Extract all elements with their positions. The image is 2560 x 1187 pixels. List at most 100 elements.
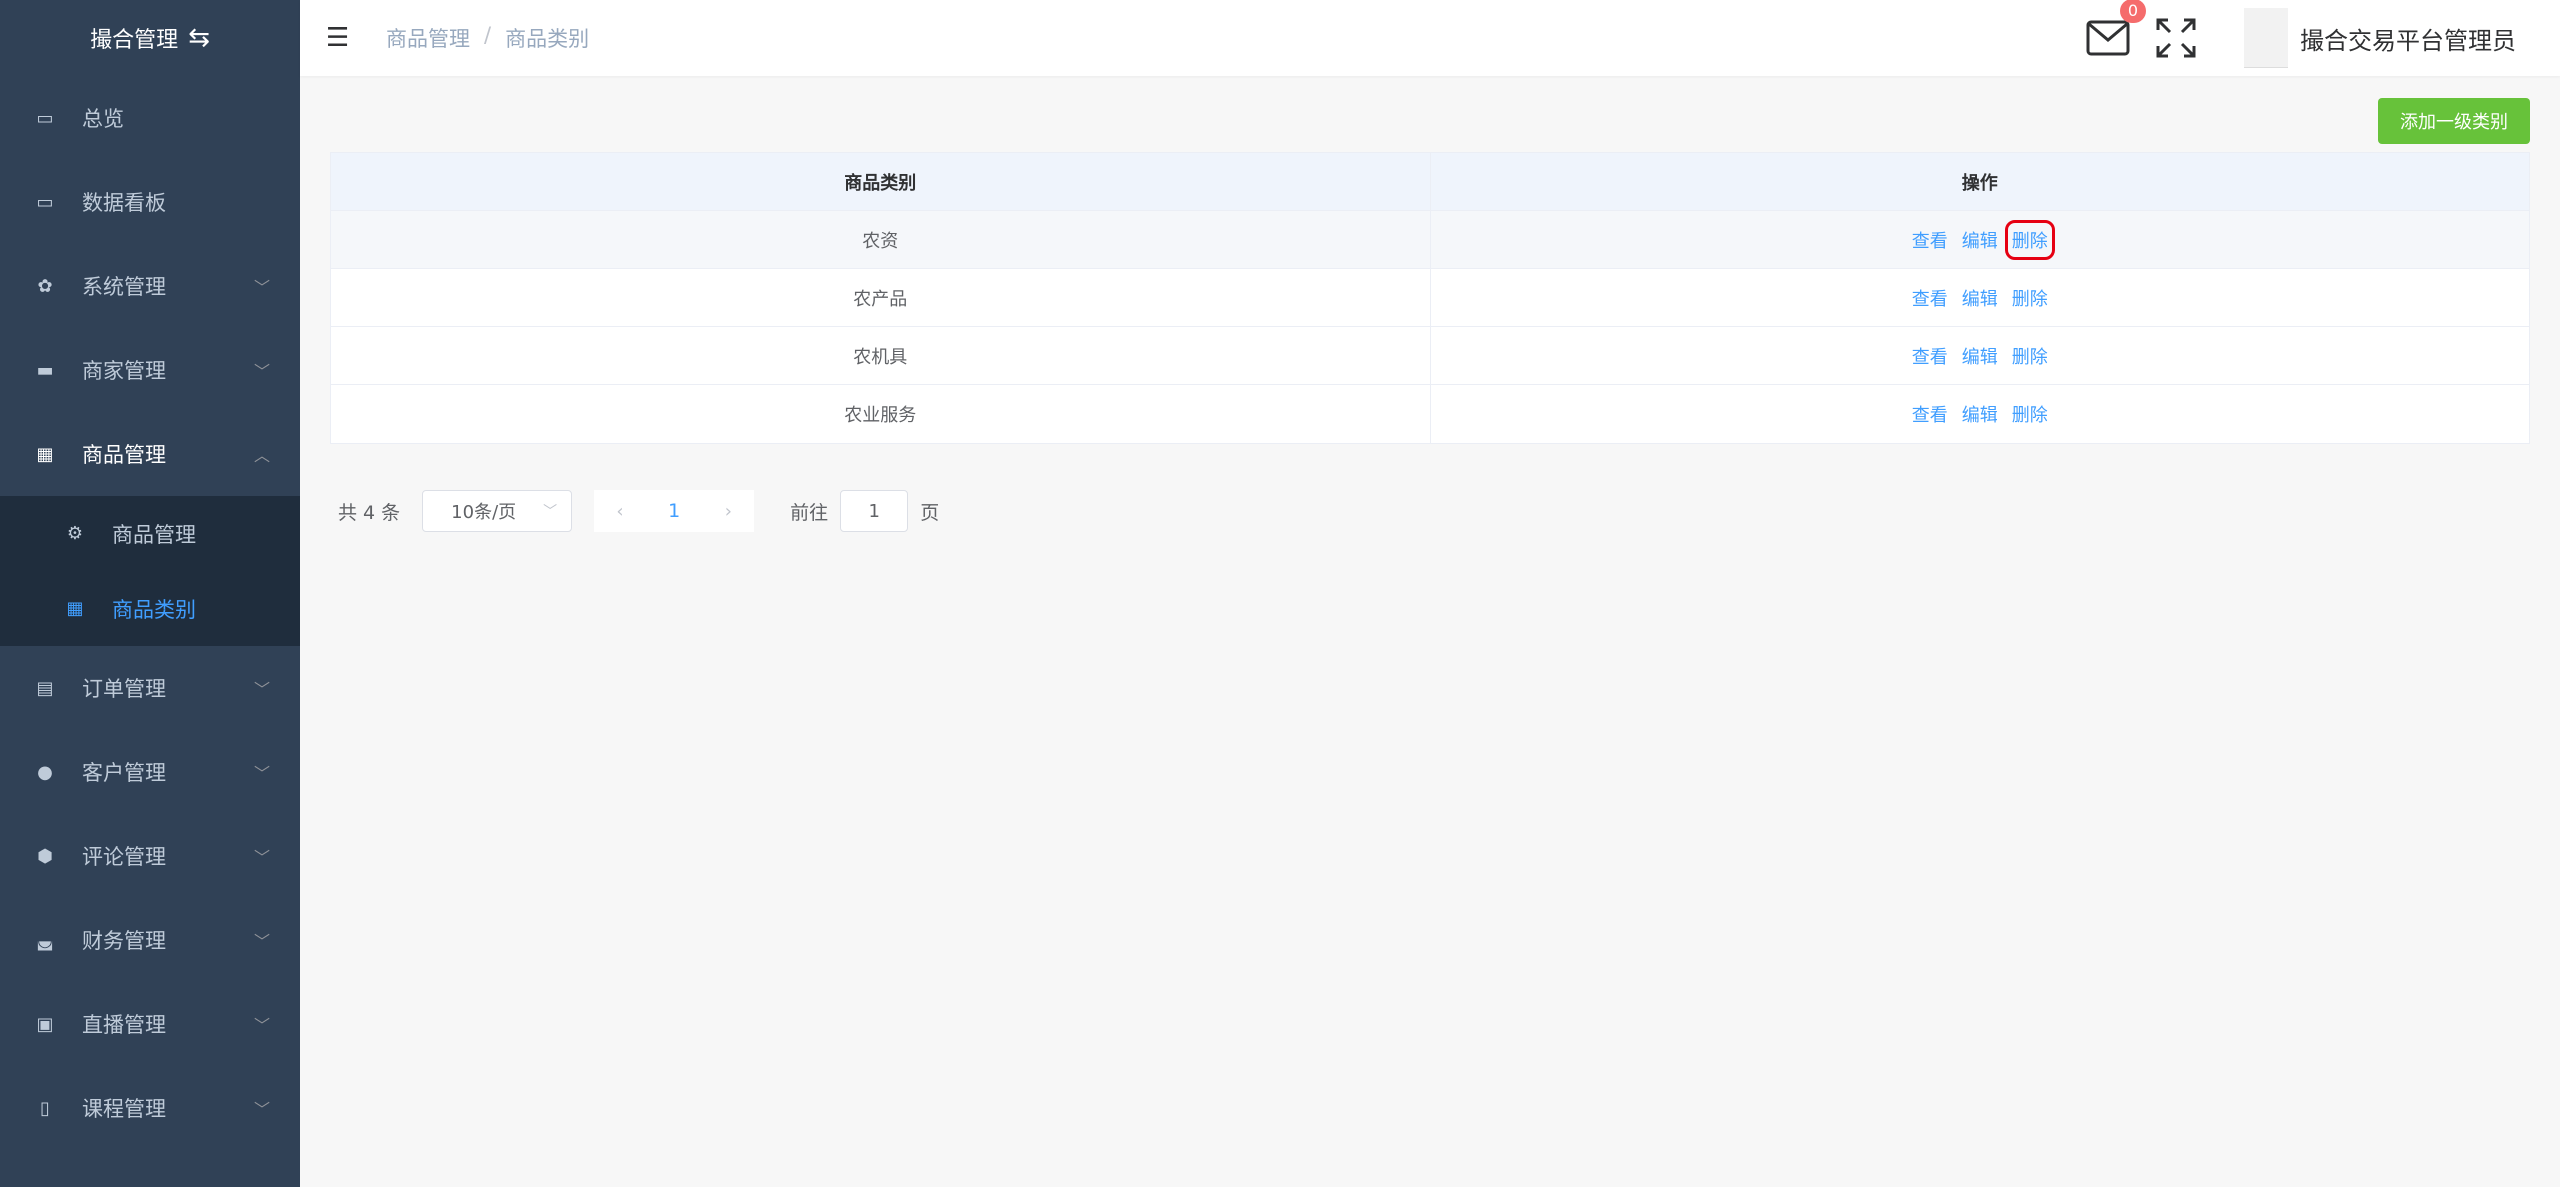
edit-link[interactable]: 编辑 bbox=[1962, 401, 1998, 427]
sidebar-item-label: 总览 bbox=[82, 107, 124, 131]
view-link[interactable]: 查看 bbox=[1912, 401, 1948, 427]
main-content: 添加一级类别 商品类别 操作 农资 查看 编辑 删除 农产品 查看 编辑 删除 … bbox=[300, 76, 2560, 1187]
delete-link[interactable]: 删除 bbox=[2012, 285, 2048, 311]
actions-cell: 查看 编辑 删除 bbox=[1431, 269, 2530, 326]
next-page-icon[interactable]: › bbox=[725, 501, 732, 522]
username[interactable]: 撮合交易平台管理员 bbox=[2300, 21, 2516, 56]
comment-icon: ⬢ bbox=[37, 845, 53, 867]
fullscreen-icon[interactable] bbox=[2154, 16, 2198, 60]
monitor-icon: ▭ bbox=[36, 107, 54, 129]
document-icon: ▤ bbox=[36, 677, 54, 699]
pager: ‹ 1 › bbox=[594, 490, 755, 532]
chevron-down-icon: ﹀ bbox=[253, 848, 270, 867]
sidebar-item-label: 客户管理 bbox=[82, 761, 166, 785]
table-row: 农机具 查看 编辑 删除 bbox=[331, 327, 2529, 385]
app-root: 撮合管理 ⇆ ▭ 总览 ▭ 数据看板 ✿ 系统管理 ﹀ ▬ 商家管理 ﹀ ▦ 商… bbox=[0, 0, 2560, 1187]
gift-icon: ▦ bbox=[36, 443, 54, 465]
sidebar-item-orders[interactable]: ▤ 订单管理 ﹀ bbox=[0, 646, 300, 730]
chevron-down-icon: ﹀ bbox=[253, 680, 270, 699]
chevron-down-icon: ﹀ bbox=[253, 764, 270, 783]
sidebar-item-live[interactable]: ▣ 直播管理 ﹀ bbox=[0, 982, 300, 1066]
sidebar-item-label: 评论管理 bbox=[82, 845, 166, 869]
category-cell: 农机具 bbox=[331, 327, 1431, 384]
breadcrumb-separator: / bbox=[484, 23, 492, 47]
goto-label: 前往 bbox=[790, 501, 829, 524]
table-header-row: 商品类别 操作 bbox=[331, 153, 2529, 211]
book-icon: ▯ bbox=[40, 1097, 50, 1119]
goto-page-input[interactable] bbox=[840, 490, 909, 532]
sidebar-item-merchant[interactable]: ▬ 商家管理 ﹀ bbox=[0, 328, 300, 412]
view-link[interactable]: 查看 bbox=[1912, 343, 1948, 369]
actions-cell: 查看 编辑 删除 bbox=[1431, 211, 2530, 268]
settings-icon: ⚙ bbox=[66, 523, 84, 544]
sidebar-item-system[interactable]: ✿ 系统管理 ﹀ bbox=[0, 244, 300, 328]
top-header: ☰ 商品管理 / 商品类别 0 撮合交易平台管理员 bbox=[300, 0, 2560, 76]
delete-link[interactable]: 删除 bbox=[2004, 219, 2055, 260]
mail-button[interactable]: 0 bbox=[2086, 0, 2146, 57]
user-icon: ● bbox=[37, 761, 53, 783]
sidebar-item-comments[interactable]: ⬢ 评论管理 ﹀ bbox=[0, 814, 300, 898]
category-cell: 农资 bbox=[331, 211, 1431, 268]
sidebar-item-customers[interactable]: ● 客户管理 ﹀ bbox=[0, 730, 300, 814]
pagination: 共 4 条 10条/页 ﹀ ‹ 1 › 前往 页 bbox=[330, 490, 939, 532]
sidebar-brand: 撮合管理 ⇆ bbox=[0, 0, 300, 76]
notification-badge: 0 bbox=[2119, 0, 2146, 23]
page-number-current[interactable]: 1 bbox=[668, 500, 680, 522]
chevron-down-icon: ﹀ bbox=[253, 362, 270, 381]
sidebar-item-products[interactable]: ▦ 商品管理 ︿ bbox=[0, 412, 300, 496]
breadcrumb-item-current: 商品类别 bbox=[505, 27, 590, 51]
store-icon: ▬ bbox=[36, 359, 54, 381]
avatar[interactable] bbox=[2244, 8, 2288, 68]
view-link[interactable]: 查看 bbox=[1912, 285, 1948, 311]
table-row: 农业服务 查看 编辑 删除 bbox=[331, 385, 2529, 443]
sidebar-item-finance[interactable]: ◛ 财务管理 ﹀ bbox=[0, 898, 300, 982]
actions-cell: 查看 编辑 删除 bbox=[1431, 327, 2530, 384]
sidebar-item-label: 直播管理 bbox=[82, 1013, 166, 1037]
edit-link[interactable]: 编辑 bbox=[1962, 227, 1998, 253]
sidebar-item-label: 商家管理 bbox=[82, 359, 166, 383]
sidebar-subitem-product-category[interactable]: ▦ 商品类别 bbox=[0, 571, 300, 646]
sidebar-item-label: 数据看板 bbox=[82, 191, 166, 215]
mail-icon bbox=[2086, 20, 2130, 56]
grid-icon: ▦ bbox=[66, 598, 84, 619]
view-link[interactable]: 查看 bbox=[1912, 227, 1948, 253]
sidebar-item-overview[interactable]: ▭ 总览 bbox=[0, 76, 300, 160]
delete-link[interactable]: 删除 bbox=[2012, 401, 2048, 427]
sidebar-item-label: 财务管理 bbox=[82, 929, 166, 953]
sidebar-item-dashboard[interactable]: ▭ 数据看板 bbox=[0, 160, 300, 244]
edit-link[interactable]: 编辑 bbox=[1962, 343, 1998, 369]
sidebar-item-label: 课程管理 bbox=[82, 1097, 166, 1121]
chevron-down-icon: ﹀ bbox=[543, 504, 558, 520]
hamburger-icon[interactable]: ☰ bbox=[326, 23, 356, 53]
sidebar-subitem-label: 商品管理 bbox=[112, 522, 196, 547]
chevron-down-icon: ﹀ bbox=[253, 932, 270, 951]
sidebar-item-courses[interactable]: ▯ 课程管理 ﹀ bbox=[0, 1066, 300, 1150]
delete-link[interactable]: 删除 bbox=[2012, 343, 2048, 369]
breadcrumb-item[interactable]: 商品管理 bbox=[386, 23, 470, 53]
column-header-actions: 操作 bbox=[1961, 172, 1998, 194]
live-icon: ▣ bbox=[36, 1013, 54, 1035]
column-header-category: 商品类别 bbox=[331, 153, 1431, 210]
add-category-button[interactable]: 添加一级类别 bbox=[2378, 98, 2530, 144]
table-row: 农资 查看 编辑 删除 bbox=[331, 211, 2529, 269]
page-size-value: 10条/页 bbox=[451, 502, 517, 523]
brand-title: 撮合管理 bbox=[90, 28, 179, 53]
swap-icon[interactable]: ⇆ bbox=[188, 23, 210, 53]
sidebar-subitem-label: 商品类别 bbox=[112, 597, 196, 622]
table-row: 农产品 查看 编辑 删除 bbox=[331, 269, 2529, 327]
sidebar-subitem-product-manage[interactable]: ⚙ 商品管理 bbox=[0, 496, 300, 571]
category-cell: 农产品 bbox=[331, 269, 1431, 326]
sidebar-item-label: 商品管理 bbox=[82, 443, 166, 467]
breadcrumb: 商品管理 / 商品类别 bbox=[386, 23, 589, 53]
edit-link[interactable]: 编辑 bbox=[1962, 285, 1998, 311]
header-right: 0 撮合交易平台管理员 bbox=[2086, 0, 2516, 76]
sidebar: 撮合管理 ⇆ ▭ 总览 ▭ 数据看板 ✿ 系统管理 ﹀ ▬ 商家管理 ﹀ ▦ 商… bbox=[0, 0, 300, 1187]
chevron-down-icon: ﹀ bbox=[253, 278, 270, 297]
goto-page: 前往 页 bbox=[790, 490, 939, 532]
prev-page-icon[interactable]: ‹ bbox=[616, 501, 623, 522]
page-size-select[interactable]: 10条/页 ﹀ bbox=[422, 490, 573, 532]
chevron-up-icon: ︿ bbox=[253, 446, 270, 465]
toolbar: 添加一级类别 bbox=[330, 76, 2530, 164]
sidebar-item-label: 订单管理 bbox=[82, 677, 166, 701]
gear-icon: ✿ bbox=[37, 275, 53, 297]
